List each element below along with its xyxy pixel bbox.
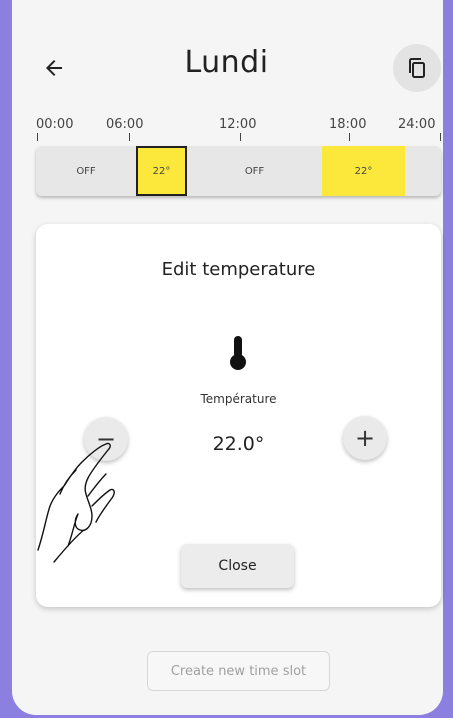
time-tick bbox=[37, 133, 38, 141]
time-slot-off[interactable]: OFF bbox=[187, 146, 322, 196]
time-slot-on[interactable]: 22° bbox=[322, 146, 405, 196]
time-slot-off[interactable]: OFF bbox=[36, 146, 136, 196]
copy-button[interactable] bbox=[393, 44, 441, 92]
time-label: 12:00 bbox=[219, 117, 257, 132]
temperature-label: Température bbox=[200, 392, 277, 406]
time-tick bbox=[349, 133, 350, 141]
increase-temperature-button[interactable]: + bbox=[343, 416, 387, 460]
time-slot-on-selected[interactable]: 22° bbox=[136, 146, 187, 196]
page-title: Lundi bbox=[184, 45, 269, 80]
schedule-timeline[interactable]: OFF 22° OFF 22° bbox=[36, 146, 441, 196]
copy-icon bbox=[409, 58, 425, 78]
touch-hand-icon bbox=[37, 442, 115, 563]
time-axis: 00:00 06:00 12:00 18:00 24:00 bbox=[0, 115, 453, 145]
time-label: 06:00 bbox=[106, 117, 144, 132]
time-label: 24:00 bbox=[398, 117, 436, 132]
close-button[interactable]: Close bbox=[181, 544, 294, 588]
device-frame: Lundi 00:00 06:00 12:00 18:00 24:00 OFF … bbox=[0, 0, 453, 718]
thermometer-icon bbox=[230, 336, 246, 370]
time-tick bbox=[240, 133, 241, 141]
time-tick bbox=[129, 133, 130, 141]
time-tick bbox=[440, 133, 441, 141]
dialog-title: Edit temperature bbox=[161, 259, 316, 280]
create-time-slot-button[interactable]: Create new time slot bbox=[147, 651, 330, 691]
time-label: 18:00 bbox=[329, 117, 367, 132]
time-label: 00:00 bbox=[36, 117, 74, 132]
